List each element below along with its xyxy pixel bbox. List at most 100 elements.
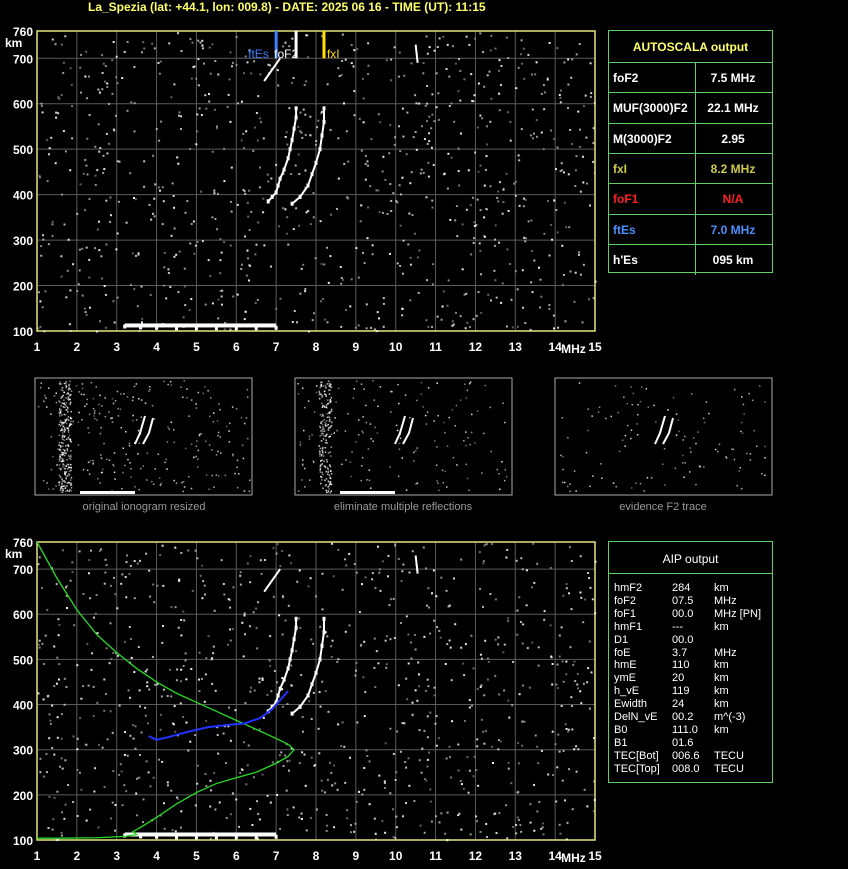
noise-dot xyxy=(53,753,56,756)
noise-dot xyxy=(222,732,225,735)
thumbnail-dot xyxy=(61,432,64,434)
autoscala-param: MUF(3000)F2 xyxy=(613,101,688,116)
thumbnail-dot xyxy=(39,386,42,389)
noise-dot xyxy=(430,146,433,149)
thumbnail-dot xyxy=(689,447,691,449)
x-tick-label: 9 xyxy=(353,340,360,354)
noise-dot xyxy=(226,105,229,108)
noise-dot xyxy=(211,216,214,219)
noise-dot xyxy=(521,62,524,65)
thumbnail-dot xyxy=(399,437,402,440)
noise-dot xyxy=(430,127,433,130)
noise-dot xyxy=(299,111,302,114)
noise-dot xyxy=(395,815,398,818)
noise-dot xyxy=(244,310,247,313)
thumbnail-dot xyxy=(46,406,48,408)
thumbnail-dot xyxy=(451,409,454,411)
f2-upper-trace xyxy=(414,555,419,574)
noise-dot xyxy=(472,242,475,244)
thumbnail-dot xyxy=(330,490,333,492)
thumbnail-dot xyxy=(70,463,72,466)
noise-dot xyxy=(257,601,259,604)
noise-dot xyxy=(533,259,536,262)
thumbnail-dot xyxy=(96,419,98,421)
noise-dot xyxy=(255,243,258,246)
noise-dot xyxy=(123,753,126,756)
noise-dot xyxy=(495,832,498,835)
thumbnail-dot xyxy=(92,398,95,400)
thumbnail-dot xyxy=(164,461,166,464)
noise-dot xyxy=(174,546,177,549)
noise-dot xyxy=(537,664,540,667)
noise-dot xyxy=(344,558,347,561)
noise-dot xyxy=(120,582,123,585)
noise-dot xyxy=(85,246,88,249)
noise-dot xyxy=(373,328,376,331)
thumbnail-dot xyxy=(59,449,61,451)
noise-dot xyxy=(246,249,249,252)
thumbnail-dot xyxy=(695,483,697,486)
noise-dot xyxy=(376,311,379,314)
f2-upper-trace xyxy=(414,44,419,63)
noise-dot xyxy=(588,298,591,301)
noise-dot xyxy=(243,147,246,150)
noise-dot xyxy=(38,643,41,646)
thumbnail-dot xyxy=(151,480,153,483)
noise-dot xyxy=(57,618,60,621)
noise-dot xyxy=(106,82,109,85)
noise-dot xyxy=(498,92,501,95)
noise-dot xyxy=(288,769,290,772)
noise-dot xyxy=(474,151,477,154)
noise-dot xyxy=(485,155,488,158)
noise-dot xyxy=(37,327,40,330)
noise-dot xyxy=(414,689,417,692)
thumbnail-dot xyxy=(325,478,328,480)
noise-dot xyxy=(371,253,374,256)
noise-dot xyxy=(363,767,366,769)
noise-dot xyxy=(281,595,284,598)
noise-dot xyxy=(364,576,367,579)
noise-dot xyxy=(208,100,211,103)
thumbnail-dot xyxy=(330,425,333,427)
noise-dot xyxy=(243,614,246,617)
noise-dot xyxy=(480,311,483,314)
thumbnail-dot xyxy=(422,406,424,408)
noise-dot xyxy=(370,138,373,141)
noise-dot xyxy=(347,197,350,200)
noise-dot xyxy=(214,108,216,111)
noise-dot xyxy=(490,97,493,100)
thumbnail-dot xyxy=(125,431,127,433)
thumbnail-dot xyxy=(64,435,66,437)
noise-dot xyxy=(132,737,135,740)
noise-dot xyxy=(101,54,104,56)
noise-dot xyxy=(389,124,392,127)
thumbnail-dot xyxy=(65,465,67,467)
noise-dot xyxy=(447,152,450,155)
noise-dot xyxy=(63,223,66,226)
autoscala-param: M(3000)F2 xyxy=(613,131,672,146)
noise-dot xyxy=(295,207,298,210)
aip-param: foE xyxy=(614,646,631,659)
noise-dot xyxy=(65,686,68,688)
noise-dot xyxy=(519,824,522,826)
noise-dot xyxy=(360,204,363,207)
thumbnail-dot xyxy=(63,452,66,455)
thumbnail-dot xyxy=(81,387,84,390)
thumbnail-dot xyxy=(427,387,430,389)
noise-dot xyxy=(579,273,582,276)
thumbnail-dot xyxy=(663,448,666,450)
thumbnail-dot xyxy=(647,406,649,408)
noise-dot xyxy=(535,119,538,122)
noise-dot xyxy=(229,628,232,631)
thumbnail-dot xyxy=(315,391,318,394)
noise-dot xyxy=(85,50,88,53)
thumbnail-dot xyxy=(138,488,140,491)
noise-dot xyxy=(320,779,323,782)
aip-unit: km xyxy=(714,685,729,698)
noise-dot xyxy=(524,240,527,243)
noise-dot xyxy=(151,655,154,658)
noise-dot xyxy=(449,646,452,649)
noise-dot xyxy=(161,223,164,226)
noise-dot xyxy=(542,822,545,825)
noise-dot xyxy=(422,62,425,65)
